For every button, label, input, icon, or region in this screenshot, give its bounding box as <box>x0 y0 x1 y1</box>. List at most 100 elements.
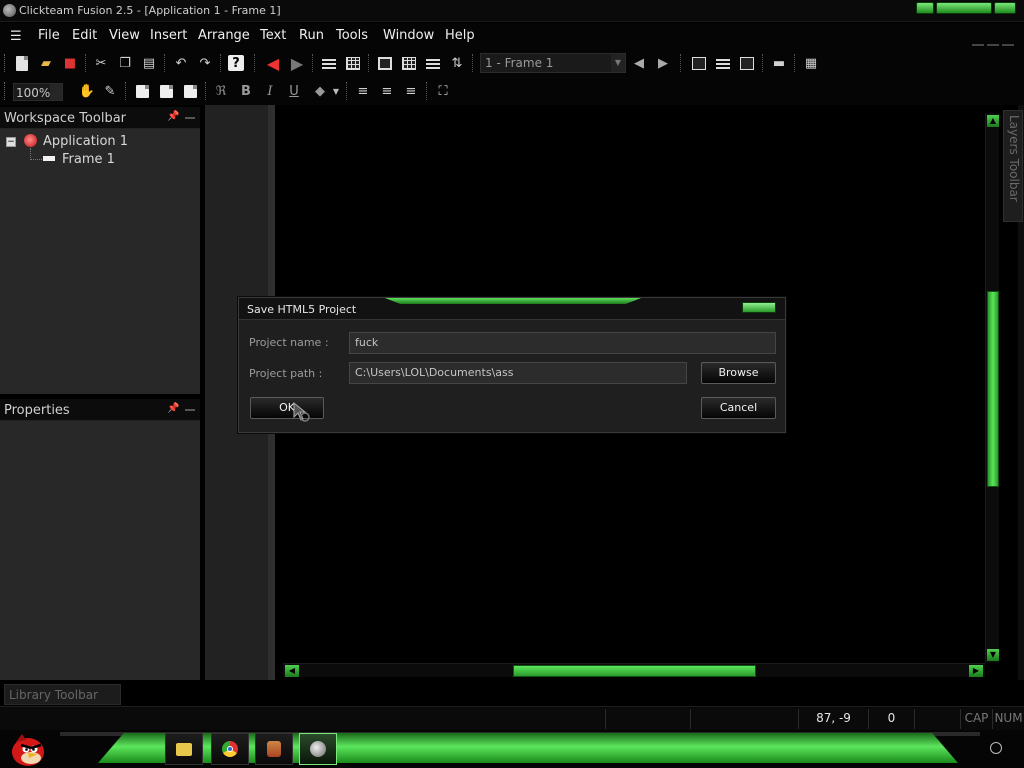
italic-icon[interactable]: I <box>261 82 279 100</box>
project-name-input[interactable]: fuck <box>349 332 776 354</box>
dialog-close-button[interactable] <box>742 302 776 313</box>
layers-toolbar-tab[interactable]: Layers Toolbar <box>1003 110 1023 222</box>
taskbar-game-button[interactable] <box>255 733 293 765</box>
paste-icon[interactable]: ▤ <box>140 54 158 72</box>
scroll-down-icon[interactable]: ▼ <box>987 649 999 661</box>
project-name-label: Project name : <box>249 336 329 349</box>
start-angry-bird-icon[interactable] <box>8 730 48 768</box>
tree-item-frame[interactable]: Frame 1 <box>62 152 115 167</box>
grid-setup-icon[interactable] <box>133 82 151 100</box>
editor-toolbar: 100% ✋ ✎ ℜ B I U ◆ ▼ ≡ ≡ ≡ ⛶ <box>0 77 1024 105</box>
tree-item-application[interactable]: Application 1 <box>43 134 128 149</box>
event-list-icon[interactable] <box>424 54 442 72</box>
close-window-button[interactable] <box>994 2 1016 14</box>
toolbar-separator <box>426 82 427 100</box>
back-icon[interactable]: ◀ <box>264 54 282 73</box>
app-icon <box>3 4 16 17</box>
taskbar-clickteam-button[interactable] <box>299 733 337 765</box>
align-center-icon[interactable]: ≡ <box>378 82 396 100</box>
help-icon[interactable]: ? <box>228 55 244 71</box>
chevron-down-icon[interactable]: ▼ <box>611 54 625 72</box>
frame-editor-icon[interactable] <box>344 54 362 72</box>
font-icon[interactable]: ℜ <box>212 82 230 100</box>
tree-collapse-icon[interactable]: − <box>6 137 16 147</box>
mdi-controls[interactable] <box>972 35 1020 46</box>
forward-icon[interactable]: ▶ <box>288 54 306 73</box>
cancel-button[interactable]: Cancel <box>701 397 776 419</box>
chevron-down-icon[interactable] <box>50 84 62 100</box>
library-toolbar-tab[interactable]: Library Toolbar <box>4 684 121 705</box>
save-icon[interactable]: ■ <box>61 54 79 72</box>
scroll-right-icon[interactable]: ▶ <box>969 665 983 677</box>
next-frame-icon[interactable]: ▶ <box>654 54 672 72</box>
new-icon[interactable] <box>13 54 31 72</box>
menu-arrange[interactable]: Arrange <box>198 28 250 43</box>
show-grid-icon[interactable] <box>181 82 199 100</box>
application-icon <box>24 134 37 147</box>
scroll-left-icon[interactable]: ◀ <box>285 665 299 677</box>
redo-icon[interactable]: ↷ <box>196 54 214 72</box>
align-right-icon[interactable]: ≡ <box>402 82 420 100</box>
taskbar-folder-button[interactable] <box>165 733 203 765</box>
project-path-input[interactable]: C:\Users\LOL\Documents\ass <box>349 362 687 384</box>
menu-run[interactable]: Run <box>299 28 324 43</box>
underline-icon[interactable]: U <box>285 82 303 100</box>
scroll-up-icon[interactable]: ▲ <box>987 115 999 127</box>
maximize-button[interactable] <box>936 2 992 14</box>
menu-insert[interactable]: Insert <box>150 28 187 43</box>
undo-icon[interactable]: ↶ <box>172 54 190 72</box>
project-path-label: Project path : <box>249 367 323 380</box>
menu-text[interactable]: Text <box>260 28 286 43</box>
dialog-title-bar[interactable]: Save HTML5 Project <box>239 298 785 320</box>
snap-icon[interactable] <box>157 82 175 100</box>
menu-help[interactable]: Help <box>445 28 475 43</box>
transform-icon[interactable]: ⛶ <box>434 82 452 100</box>
window-controls <box>916 2 1016 15</box>
horizontal-scroll-thumb[interactable] <box>513 665 756 677</box>
vertical-scroll-thumb[interactable] <box>987 291 999 487</box>
browse-button[interactable]: Browse <box>701 362 776 384</box>
run-application-icon[interactable] <box>690 54 708 72</box>
hand-icon[interactable]: ✋ <box>78 82 96 100</box>
system-menu-icon[interactable]: ☰ <box>10 29 22 44</box>
panel-close-icon[interactable] <box>185 117 195 119</box>
chevron-down-icon[interactable]: ▼ <box>327 82 345 100</box>
pin-icon[interactable]: 📌 <box>167 111 179 122</box>
taskbar-chrome-button[interactable] <box>211 733 249 765</box>
bold-icon[interactable]: B <box>237 82 255 100</box>
menu-edit[interactable]: Edit <box>72 28 97 43</box>
zoom-select[interactable]: 100% <box>13 83 63 101</box>
storyboard-editor-icon[interactable] <box>320 54 338 72</box>
toolbar-grip[interactable] <box>4 54 7 72</box>
properties-header: Properties 📌 <box>0 399 200 421</box>
event-editor-icon[interactable] <box>400 54 418 72</box>
tray-volume-icon[interactable] <box>990 742 1002 754</box>
minimize-button[interactable] <box>916 2 934 14</box>
menu-view[interactable]: View <box>109 28 140 43</box>
align-left-icon[interactable]: ≡ <box>354 82 372 100</box>
draw-icon[interactable]: ✎ <box>101 82 119 100</box>
open-folder-icon[interactable]: ▰ <box>37 54 55 72</box>
menu-tools[interactable]: Tools <box>336 28 368 43</box>
vertical-scrollbar[interactable]: ▲ ▼ <box>985 113 999 663</box>
toolbar-grip[interactable] <box>4 82 7 100</box>
menu-file[interactable]: File <box>38 28 60 43</box>
run-in-browser-icon[interactable] <box>738 54 756 72</box>
panel-close-icon[interactable] <box>185 409 195 411</box>
dialog-title: Save HTML5 Project <box>247 303 357 316</box>
run-frame-icon[interactable] <box>714 54 732 72</box>
cut-icon[interactable]: ✂ <box>92 54 110 72</box>
toolbar-separator <box>164 54 165 72</box>
menu-window[interactable]: Window <box>383 28 434 43</box>
workspace-tree: − Application 1 Frame 1 <box>0 129 200 394</box>
data-elements-icon[interactable]: ⇅ <box>448 54 466 72</box>
copy-icon[interactable]: ❐ <box>116 54 134 72</box>
horizontal-scrollbar[interactable]: ◀ ▶ <box>283 663 985 677</box>
test-device-icon[interactable]: ▦ <box>802 54 820 72</box>
frame-select[interactable]: 1 - Frame 1 ▼ <box>480 53 626 73</box>
build-icon[interactable]: ▬ <box>770 54 788 72</box>
pin-icon[interactable]: 📌 <box>167 403 179 414</box>
level-editor-icon[interactable] <box>376 54 394 72</box>
layers-toolbar-label: Layers Toolbar <box>1007 115 1021 202</box>
previous-frame-icon[interactable]: ◀ <box>630 54 648 72</box>
